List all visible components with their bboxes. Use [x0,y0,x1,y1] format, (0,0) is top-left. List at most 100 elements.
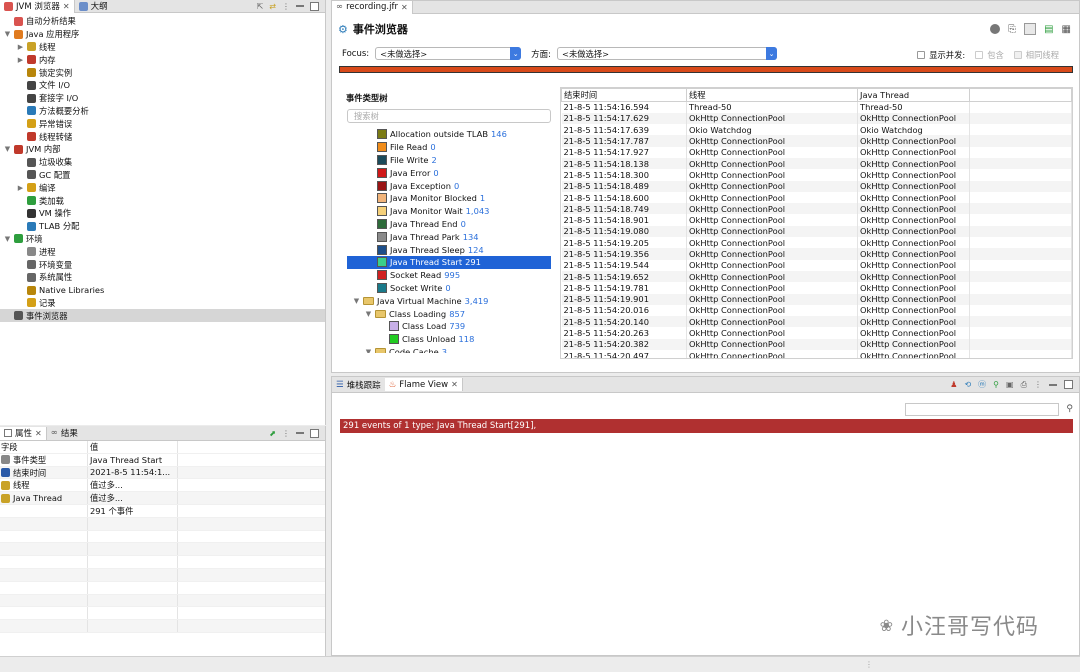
search-icon[interactable]: ⚲ [1066,404,1073,414]
table-row[interactable]: 21-8-5 11:54:18.489 OkHttp ConnectionPool… [561,180,1072,192]
table-row[interactable]: 21-8-5 11:54:19.080 OkHttp ConnectionPool… [561,225,1072,238]
tree-item[interactable]: 套接字 I/O [0,92,325,105]
table-row[interactable]: 21-8-5 11:54:18.600 OkHttp ConnectionPool… [561,191,1072,204]
tree-item[interactable]: 系统属性 [0,271,325,284]
collapse-all-icon[interactable]: ⇱ [257,2,264,11]
tree-item[interactable]: 环境变量 [0,258,325,271]
table-row[interactable]: 21-8-5 11:54:17.639 Okio Watchdog Okio Wat… [561,124,1072,136]
tree-item[interactable]: VM 操作 [0,207,325,220]
chevron-right-icon[interactable]: ▶ [17,184,24,192]
event-type-item[interactable]: Class Load 739 [347,320,551,333]
maximize-icon[interactable] [310,428,319,438]
event-type-item[interactable]: Java Exception 0 [347,179,551,192]
print-icon[interactable]: ⎙ [1021,380,1027,390]
table-row[interactable]: 21-8-5 11:54:20.263 OkHttp ConnectionPool… [561,327,1072,339]
table-row[interactable]: 21-8-5 11:54:19.652 OkHttp ConnectionPool… [561,270,1072,283]
tree-item[interactable]: ▶ 内存 [0,53,325,66]
event-type-item[interactable]: Java Monitor Blocked 1 [347,192,551,205]
tree-item[interactable]: TLAB 分配 [0,220,325,233]
column-header[interactable]: 结束时间 [561,88,687,102]
table-row[interactable]: 21-8-5 11:54:18.138 OkHttp ConnectionPool… [561,157,1072,170]
table-row[interactable]: 21-8-5 11:54:18.300 OkHttp ConnectionPool… [561,169,1072,181]
tab-jvm-browser[interactable]: JVM 浏览器 ✕ [0,0,75,13]
chevron-down-icon[interactable]: ▼ [365,348,372,353]
chevron-down-icon[interactable]: ▼ [4,145,11,153]
tree-layout-icon[interactable]: ▤ [1044,24,1053,35]
table-row[interactable]: 21-8-5 11:54:19.544 OkHttp ConnectionPool… [561,259,1072,271]
table-row[interactable]: 21-8-5 11:54:18.901 OkHttp ConnectionPool… [561,214,1072,226]
chevron-down-icon[interactable]: ▼ [353,297,360,305]
tree-item[interactable]: 异常错误 [0,117,325,130]
flame-search-input[interactable] [905,403,1059,416]
tree-item[interactable]: ▼ JVM 内部 [0,143,325,156]
focus-select[interactable]: <未做选择> ⌄ [375,47,522,60]
table-row[interactable]: 21-8-5 11:54:19.356 OkHttp ConnectionPool… [561,248,1072,260]
contains-checkbox[interactable] [975,51,984,59]
flame-root-bar[interactable]: 291 events of 1 type: Java Thread Start[… [340,419,1073,433]
tree-item[interactable]: 方法概要分析 [0,105,325,118]
tree-item[interactable]: ▶ 编译 [0,181,325,194]
event-type-item[interactable]: Java Thread Park 134 [347,230,551,243]
event-type-item[interactable]: Java Thread End 0 [347,218,551,231]
event-type-item[interactable]: ▼ Class Loading 857 [347,307,551,320]
grid-layout-icon[interactable] [1024,23,1037,35]
event-type-item[interactable]: File Read 0 [347,141,551,154]
tab-stack-trace[interactable]: ☰ 堆栈跟踪 [332,378,385,391]
event-type-item[interactable]: Java Error 0 [347,166,551,179]
tree-item[interactable]: 文件 I/O [0,79,325,92]
tree-item[interactable]: 自动分析结果 [0,15,325,28]
reset-icon[interactable]: ⟲ [964,380,971,389]
thread-icon[interactable]: ♟ [950,380,957,389]
search-zoom-icon[interactable]: ⚲ [993,380,999,389]
view-menu-icon[interactable]: ⋮ [1034,380,1042,389]
tree-item[interactable]: 进程 [0,245,325,258]
tree-item[interactable]: 类加载 [0,194,325,207]
chevron-right-icon[interactable]: ▶ [17,56,24,64]
event-type-item[interactable]: Socket Write 0 [347,282,551,295]
event-tree-search-input[interactable]: 搜索树 [347,109,551,123]
event-type-item[interactable]: ▼ Java Virtual Machine 3,419 [347,294,551,307]
same-thread-checkbox[interactable] [1013,51,1022,59]
property-row[interactable]: 事件类型 Java Thread Start [0,453,325,467]
chevron-down-icon[interactable]: ▼ [4,30,11,38]
table-row[interactable]: 21-8-5 11:54:17.787 OkHttp ConnectionPool… [561,135,1072,147]
view-menu-icon[interactable]: ⋮ [282,429,290,438]
table-row[interactable]: 21-8-5 11:54:20.382 OkHttp ConnectionPool… [561,338,1072,351]
event-type-item[interactable]: Java Monitor Wait 1,043 [347,205,551,218]
tree-item[interactable]: Native Libraries [0,284,325,297]
maximize-icon[interactable] [1064,380,1073,389]
table-row[interactable]: 21-8-5 11:54:20.016 OkHttp ConnectionPool… [561,304,1072,317]
tree-item[interactable]: ▼ 环境 [0,233,325,246]
table-row[interactable]: 21-8-5 11:54:20.497 OkHttp ConnectionPool… [561,350,1072,358]
column-header[interactable]: 线程 [686,88,858,102]
tab-recording[interactable]: ∞ recording.jfr ✕ [332,0,413,14]
info-icon[interactable]: ⓜ [978,379,986,390]
maximize-icon[interactable] [310,1,319,11]
tree-item[interactable]: ▶ 线程 [0,41,325,54]
chevron-down-icon[interactable]: ▼ [365,310,372,318]
table-row[interactable]: 21-8-5 11:54:17.629 OkHttp ConnectionPool… [561,112,1072,125]
tree-item[interactable]: 垃圾收集 [0,156,325,169]
column-header[interactable]: Java Thread [857,88,970,102]
tab-properties[interactable]: 属性 ✕ [0,426,47,440]
table-row[interactable]: 21-8-5 11:54:17.927 OkHttp ConnectionPool… [561,146,1072,158]
close-icon[interactable]: ✕ [451,380,458,389]
chevron-down-icon[interactable]: ▼ [4,235,11,243]
table-row[interactable]: 21-8-5 11:54:19.901 OkHttp ConnectionPool… [561,293,1072,305]
pin-icon[interactable]: ⬈ [269,429,276,438]
chevron-right-icon[interactable]: ▶ [17,43,24,51]
minimize-icon[interactable] [296,5,304,7]
tree-item[interactable]: 事件浏览器 [0,309,325,323]
tree-item[interactable]: GC 配置 [0,169,325,182]
tree-item[interactable]: 锁定实例 [0,66,325,79]
tab-flame-view[interactable]: ♨ Flame View ✕ [384,378,463,391]
event-type-item[interactable]: Java Thread Start 291 [347,255,551,269]
table-row[interactable]: 21-8-5 11:54:16.594 Thread-50 Thread-50 [561,101,1072,113]
show-concurrent-checkbox[interactable] [917,51,926,59]
event-type-item[interactable]: File Write 2 [347,154,551,167]
minimize-icon[interactable] [296,432,304,434]
tree-item[interactable]: ▼ Java 应用程序 [0,28,325,41]
property-row[interactable]: 结束时间 2021-8-5 11:54:1... [0,466,325,480]
property-row[interactable]: 291 个事件 [0,504,325,518]
table-layout-icon[interactable]: ▦ [1062,24,1071,35]
